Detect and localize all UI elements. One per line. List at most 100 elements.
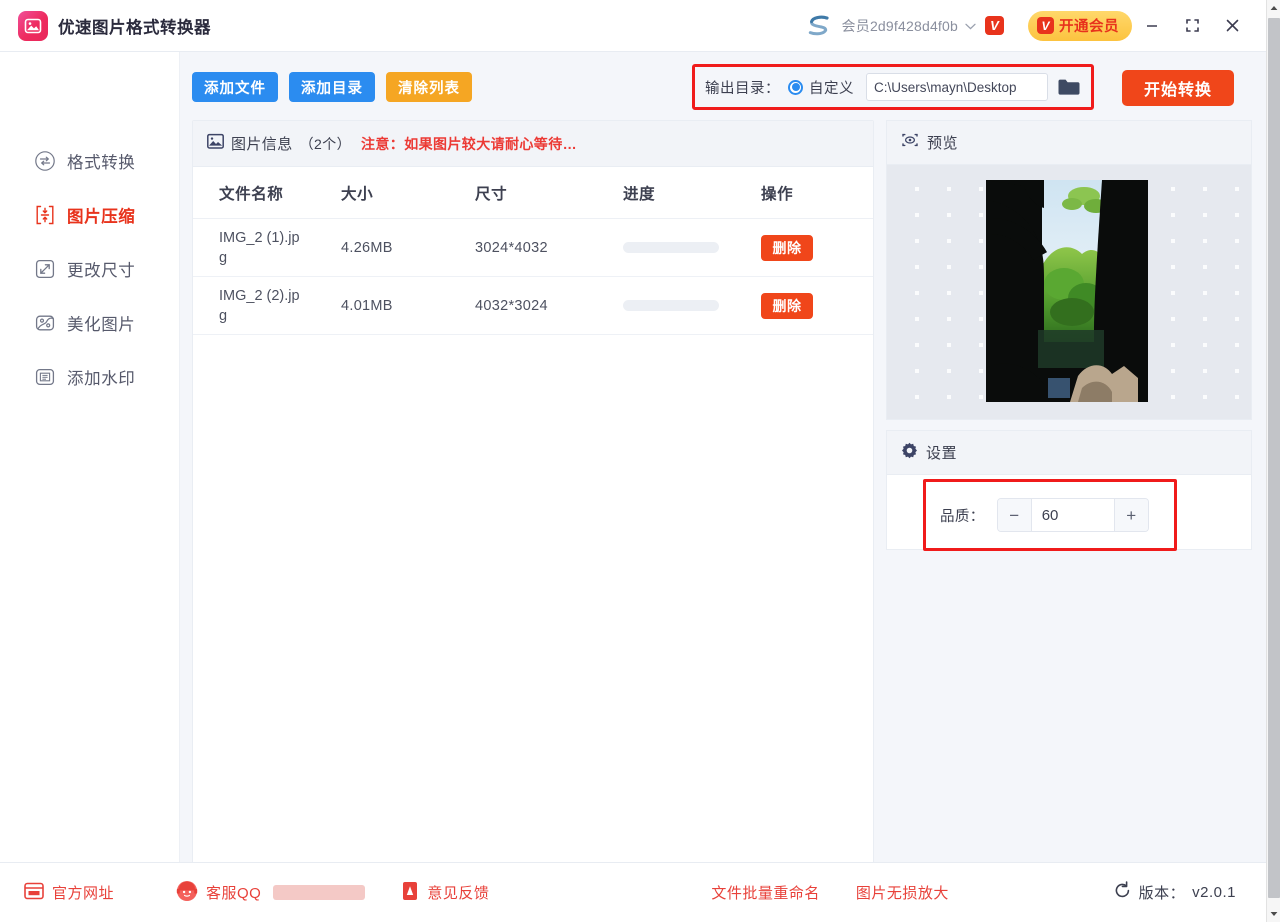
preview-title: 预览: [927, 135, 959, 152]
page-scrollbar[interactable]: [1266, 0, 1280, 922]
open-vip-button[interactable]: V 开通会员: [1028, 10, 1132, 41]
delete-row-button[interactable]: 删除: [761, 234, 813, 261]
footer: 官方网址 客服QQ 意见反馈 文件批量重命名 图片无损放大 版本： v2.0.1: [0, 862, 1266, 922]
quality-label: 品质：: [940, 508, 985, 525]
sidebar-item-label: 美化图片: [67, 316, 136, 334]
file-list-title: 图片信息: [231, 136, 293, 153]
settings-panel: 设置 品质： − +: [886, 430, 1252, 551]
close-icon[interactable]: [1212, 5, 1252, 47]
sidebar: 格式转换 图片压缩 更改尺寸 美化图片 添加水印: [0, 52, 180, 862]
settings-body: 品质： − +: [887, 475, 1251, 551]
compress-icon: [34, 204, 56, 226]
titlebar-controls: 会员2d9f428d4f0b V V 开通会员: [805, 5, 1266, 47]
clear-list-button[interactable]: 清除列表: [386, 72, 472, 102]
file-list-empty-area: [193, 335, 873, 863]
vip-button-label: 开通会员: [1059, 19, 1119, 35]
version-label: 版本：: [1138, 885, 1186, 902]
file-size: 4.01MB: [341, 297, 393, 314]
table-header-row: 文件名称 大小 尺寸 进度 操作: [193, 167, 873, 219]
progress-bar: [623, 300, 719, 311]
eye-preview-icon: [901, 132, 919, 153]
sidebar-item-label: 图片压缩: [67, 208, 136, 226]
quality-increase-button[interactable]: +: [1113, 499, 1148, 531]
toolbar: 添加文件 添加目录 清除列表 输出目录： 自定义 C:\Users\mayn\D…: [180, 52, 1266, 122]
scrollbar-thumb[interactable]: [1268, 18, 1280, 898]
batch-rename-link[interactable]: 文件批量重命名: [711, 882, 820, 903]
quality-value-input[interactable]: [1031, 499, 1114, 531]
lossless-enlarge-link[interactable]: 图片无损放大: [856, 882, 949, 903]
custom-path-radio-label: 自定义: [809, 80, 854, 97]
progress-bar: [623, 242, 719, 253]
chevron-down-icon[interactable]: [965, 20, 976, 32]
version-value: v2.0.1: [1192, 884, 1236, 901]
resize-icon: [34, 258, 56, 280]
column-header-dimensions: 尺寸: [475, 185, 508, 203]
table-row[interactable]: IMG_2 (2).jpg 4.01MB 4032*3024 删除: [193, 277, 873, 335]
gear-icon: [901, 442, 918, 464]
main-content: 添加文件 添加目录 清除列表 输出目录： 自定义 C:\Users\mayn\D…: [180, 52, 1266, 864]
quality-setting-group: 品质： − +: [923, 479, 1177, 551]
table-row[interactable]: IMG_2 (1).jpg 4.26MB 3024*4032 删除: [193, 219, 873, 277]
refresh-icon[interactable]: [1113, 881, 1132, 904]
radio-selected-icon: [788, 79, 803, 95]
file-dimensions: 4032*3024: [475, 297, 548, 314]
sidebar-item-label: 格式转换: [67, 154, 136, 172]
service-qq-link[interactable]: 客服QQ: [176, 880, 366, 906]
folder-icon[interactable]: [1057, 77, 1081, 97]
service-qq-number-redacted: [273, 885, 366, 900]
sidebar-item-format-convert[interactable]: 格式转换: [0, 134, 179, 188]
sidebar-item-label: 添加水印: [67, 370, 136, 388]
service-qq-label: 客服QQ: [206, 885, 262, 902]
add-directory-button[interactable]: 添加目录: [289, 72, 375, 102]
column-header-size: 大小: [341, 185, 374, 203]
file-size: 4.26MB: [341, 239, 393, 256]
convert-arrows-icon: [34, 150, 56, 172]
settings-title: 设置: [926, 445, 958, 462]
quality-decrease-button[interactable]: −: [997, 499, 1032, 531]
watermark-icon: [34, 366, 56, 388]
output-path-input[interactable]: [866, 73, 1048, 101]
member-name[interactable]: 会员2d9f428d4f0b: [842, 16, 958, 36]
official-website-label: 官方网址: [52, 885, 115, 902]
file-dimensions: 3024*4032: [475, 239, 548, 256]
sidebar-item-resize[interactable]: 更改尺寸: [0, 242, 179, 296]
service-avatar-icon: [176, 880, 198, 906]
preview-canvas: [887, 165, 1251, 419]
official-website-link[interactable]: 官方网址: [24, 882, 114, 904]
scroll-down-arrow-icon[interactable]: [1267, 906, 1280, 922]
feedback-link[interactable]: 意见反馈: [401, 881, 489, 905]
settings-header: 设置: [887, 431, 1251, 475]
website-icon: [24, 882, 44, 904]
file-name: IMG_2 (2).jpg: [219, 287, 300, 324]
feedback-label: 意见反馈: [427, 885, 490, 902]
application-window: 优速图片格式转换器 会员2d9f428d4f0b V V 开通会员 格式转换 图…: [0, 0, 1280, 922]
start-convert-button[interactable]: 开始转换: [1122, 70, 1234, 106]
maximize-icon[interactable]: [1172, 5, 1212, 47]
scroll-up-arrow-icon[interactable]: [1267, 0, 1280, 16]
v-badge-icon[interactable]: V: [985, 16, 1004, 35]
sidebar-item-image-compress[interactable]: 图片压缩: [0, 188, 179, 242]
preview-panel: 预览: [886, 120, 1252, 420]
vip-button-badge-icon: V: [1037, 17, 1054, 34]
preview-thumbnail-image: [986, 180, 1148, 402]
s-logo-avatar: [808, 15, 829, 35]
delete-row-button[interactable]: 删除: [761, 292, 813, 319]
file-list-count: （2个）: [299, 135, 351, 152]
image-app-icon: [18, 10, 48, 41]
minimize-icon[interactable]: [1132, 5, 1172, 47]
sidebar-item-beautify[interactable]: 美化图片: [0, 296, 179, 350]
feedback-icon: [401, 881, 419, 905]
sidebar-item-watermark[interactable]: 添加水印: [0, 350, 179, 404]
custom-path-radio[interactable]: 自定义: [788, 77, 854, 98]
preview-header: 预览: [887, 121, 1251, 165]
add-file-button[interactable]: 添加文件: [192, 72, 278, 102]
image-info-icon: [207, 133, 224, 155]
quality-stepper[interactable]: − +: [996, 498, 1149, 532]
beautify-icon: [34, 312, 56, 334]
output-directory-group: 输出目录： 自定义: [692, 64, 1094, 110]
column-header-progress: 进度: [623, 185, 656, 203]
version-info: 版本： v2.0.1: [1113, 881, 1236, 904]
title-bar: 优速图片格式转换器 会员2d9f428d4f0b V V 开通会员: [0, 0, 1266, 52]
column-header-filename: 文件名称: [219, 185, 284, 203]
sidebar-item-label: 更改尺寸: [67, 262, 136, 280]
